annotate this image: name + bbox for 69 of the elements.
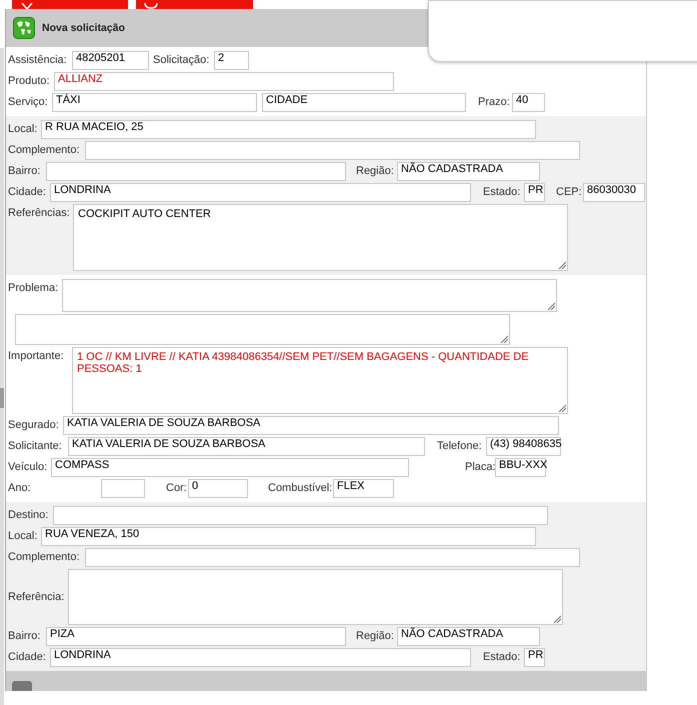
field-label: Estado: <box>483 185 522 200</box>
text-field[interactable] <box>85 141 580 160</box>
panel-title: Nova solicitação <box>42 22 125 34</box>
field-label: Região: <box>356 164 395 179</box>
text-field[interactable]: COMPASS <box>51 458 409 477</box>
text-field[interactable]: ALLIANZ <box>54 72 394 91</box>
text-field[interactable]: TÁXI <box>52 93 257 112</box>
text-field[interactable]: 0 <box>188 479 248 498</box>
text-field[interactable]: 86030030 <box>583 183 645 202</box>
menu-tab[interactable] <box>136 0 253 9</box>
text-field[interactable] <box>101 479 145 498</box>
resize-grip-icon[interactable] <box>500 335 508 343</box>
field-label: Solicitante: <box>8 439 63 454</box>
field-label: Segurado: <box>8 418 60 433</box>
field-label: Referências: <box>8 206 71 221</box>
text-field[interactable]: PR <box>524 648 545 667</box>
text-field[interactable]: KATIA VALERIA DE SOUZA BARBOSA <box>68 437 425 456</box>
resize-grip-icon[interactable] <box>553 615 561 623</box>
field-label: Importante: <box>8 349 65 364</box>
field-label: Telefone: <box>437 439 483 454</box>
field-label: Combustível: <box>268 481 333 496</box>
field-label: CEP: <box>556 185 583 200</box>
field-label: Placa: <box>465 460 495 475</box>
text-field[interactable]: 48205201 <box>72 51 149 70</box>
field-label: Ano: <box>8 481 32 496</box>
field-label: Bairro: <box>8 629 42 644</box>
field-label: Veículo: <box>8 460 48 475</box>
field-label: Complemento: <box>8 143 81 158</box>
field-label: Solicitação: <box>153 53 210 68</box>
menu-tab[interactable] <box>12 0 128 9</box>
field-label: Problema: <box>8 281 60 296</box>
field-label: Local: <box>8 529 38 544</box>
field-label: Local: <box>8 122 38 137</box>
text-field[interactable] <box>46 162 346 181</box>
field-label: Complemento: <box>8 550 81 565</box>
text-field[interactable]: R RUA MACEIO, 25 <box>41 120 536 139</box>
field-label: Prazo: <box>478 95 511 110</box>
text-field[interactable]: (43) 98408635 <box>486 437 561 456</box>
text-field[interactable] <box>85 548 580 567</box>
text-field[interactable]: LONDRINA <box>50 648 471 667</box>
text-field[interactable]: NÃO CADASTRADA <box>397 627 540 646</box>
field-label: Cor: <box>166 481 188 496</box>
text-field[interactable]: 40 <box>512 93 545 112</box>
field-label: Produto: <box>8 74 51 89</box>
resize-grip-icon[interactable] <box>558 404 566 412</box>
field-label: Assistência: <box>8 53 68 68</box>
text-field[interactable]: FLEX <box>333 479 394 498</box>
field-label: Estado: <box>483 650 522 665</box>
text-area[interactable]: 1 OC // KM LIVRE // KATIA 43984086354//SEM PET//SEM BAGAGENS - QUANTIDADE DE PESSOAS: 1 <box>72 347 568 414</box>
field-label: Referência: <box>8 590 66 604</box>
text-field[interactable]: NÃO CADASTRADA <box>397 162 540 181</box>
text-field[interactable]: CIDADE <box>262 93 466 112</box>
resize-grip-icon[interactable] <box>558 261 566 269</box>
text-field[interactable]: RUA VENEZA, 150 <box>41 527 536 546</box>
text-field[interactable]: KATIA VALERIA DE SOUZA BARBOSA <box>63 416 559 435</box>
text-field[interactable]: PR <box>524 183 545 202</box>
text-field[interactable]: BBU-XXX <box>495 458 546 477</box>
field-label: Serviço: <box>8 95 49 110</box>
field-label: Cidade: <box>8 185 47 200</box>
field-label: Destino: <box>8 508 50 523</box>
text-field[interactable]: 2 <box>214 51 249 70</box>
text-area[interactable]: COCKIPIT AUTO CENTER <box>73 204 568 271</box>
resize-grip-icon[interactable] <box>547 302 555 310</box>
field-label: Cidade: <box>8 650 47 665</box>
field-label: Bairro: <box>8 164 42 179</box>
text-field[interactable]: PIZA <box>46 627 346 646</box>
text-field[interactable]: LONDRINA <box>50 183 471 202</box>
text-field[interactable] <box>53 506 548 525</box>
field-label: Região: <box>356 629 395 644</box>
